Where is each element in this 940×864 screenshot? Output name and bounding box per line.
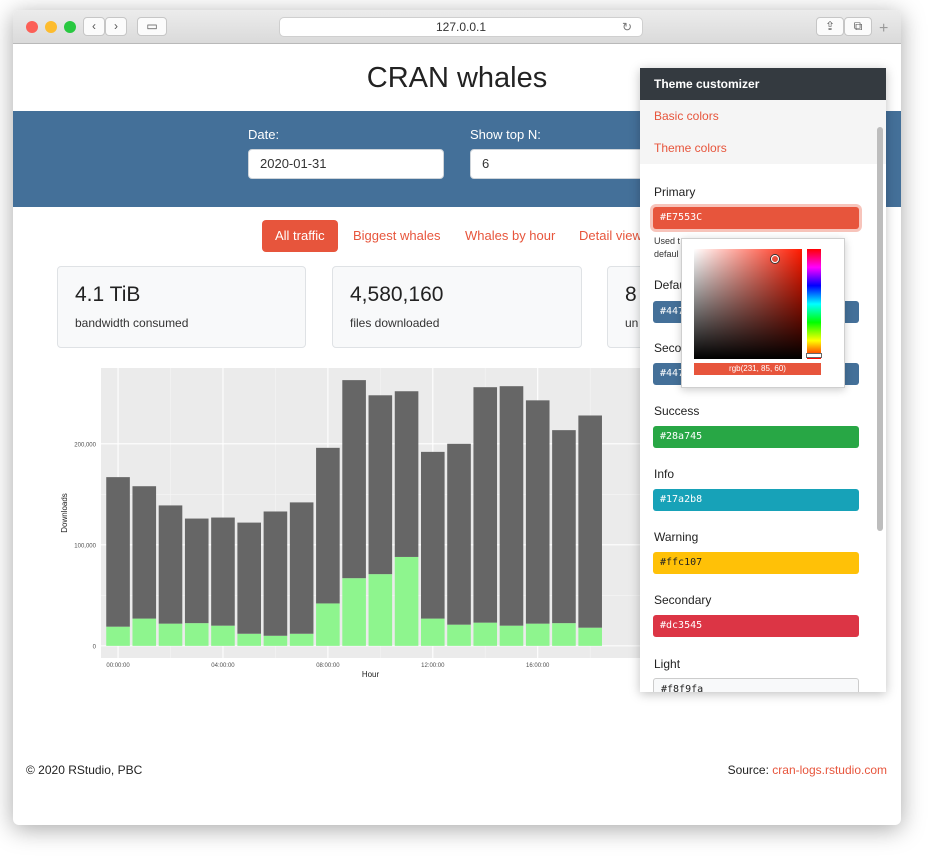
- bar-segment-lower: [184, 623, 209, 646]
- primary-help-text: Used t: [654, 236, 681, 246]
- primary-color-input[interactable]: #E7553C: [653, 207, 859, 229]
- y-tick-label: 0: [93, 644, 97, 650]
- back-icon[interactable]: ‹: [83, 17, 105, 36]
- bar-segment-upper: [447, 443, 471, 625]
- bar-segment-lower: [578, 627, 602, 646]
- bar-segment-upper: [525, 400, 550, 624]
- bar-segment-lower: [289, 633, 314, 646]
- basic-colors-section[interactable]: Basic colors: [640, 100, 886, 132]
- x-axis-label: Hour: [362, 670, 380, 679]
- primary-label: Primary: [654, 185, 696, 199]
- bar-segment-lower: [211, 625, 235, 646]
- bar-segment-upper: [263, 511, 288, 636]
- bar-segment-lower: [237, 633, 261, 646]
- bar-segment-upper: [420, 451, 445, 619]
- minimize-window-button[interactable]: [45, 21, 57, 33]
- close-window-button[interactable]: [26, 21, 38, 33]
- source-link[interactable]: cran-logs.rstudio.com: [772, 763, 887, 777]
- panel-scrollbar[interactable]: [877, 127, 883, 531]
- source-label: Source:: [727, 763, 769, 777]
- picker-handle[interactable]: [771, 255, 779, 263]
- bar-segment-lower: [263, 635, 288, 646]
- browser-window: ‹ › ▭ 127.0.0.1 ↻ ⇪ ⧉ + CRAN whales Date…: [13, 10, 901, 825]
- bar-segment-upper: [316, 447, 340, 604]
- light-color-input[interactable]: #f8f9fa: [653, 678, 859, 692]
- bar-segment-upper: [342, 380, 366, 579]
- bar-segment-lower: [342, 578, 366, 646]
- y-tick-label: 100,000: [74, 543, 96, 549]
- bar-segment-lower: [158, 623, 183, 646]
- sidebar-icon[interactable]: ▭: [137, 17, 167, 36]
- bar-segment-upper: [184, 518, 209, 624]
- bar-segment-lower: [316, 603, 340, 646]
- bar-segment-upper: [132, 486, 157, 619]
- x-tick-label: 12:00:00: [421, 663, 445, 669]
- bar-segment-lower: [525, 623, 550, 646]
- bar-segment-upper: [158, 505, 183, 624]
- bar-segment-lower: [420, 618, 445, 646]
- x-tick-label: 16:00:00: [526, 663, 550, 669]
- primary-help-text-2: defaul: [654, 249, 679, 259]
- danger-color-input[interactable]: #dc3545: [653, 615, 859, 637]
- light-label: Light: [654, 657, 681, 671]
- x-tick-label: 04:00:00: [211, 663, 235, 669]
- bar-segment-upper: [552, 430, 576, 624]
- bar-segment-upper: [237, 522, 261, 634]
- y-axis-label: Downloads: [60, 493, 69, 533]
- info-label: Info: [654, 467, 675, 481]
- bar-segment-lower: [499, 625, 524, 646]
- color-picker-popup: rgb(231, 85, 60): [681, 238, 845, 388]
- danger-label: Secondary: [654, 593, 712, 607]
- bar-segment-lower: [447, 624, 471, 646]
- bar-segment-upper: [499, 386, 524, 626]
- saturation-value-area[interactable]: [694, 249, 802, 359]
- title-bar: ‹ › ▭ 127.0.0.1 ↻ ⇪ ⧉ +: [13, 10, 901, 44]
- rgb-readout: rgb(231, 85, 60): [694, 363, 821, 375]
- share-icon[interactable]: ⇪: [816, 17, 844, 36]
- address-bar[interactable]: 127.0.0.1 ↻: [279, 17, 643, 37]
- url-text: 127.0.0.1: [435, 20, 487, 34]
- bar-segment-upper: [473, 387, 498, 623]
- forward-icon[interactable]: ›: [105, 17, 127, 36]
- bar-segment-upper: [394, 391, 419, 557]
- bar-segment-upper: [368, 395, 393, 575]
- theme-colors-section[interactable]: Theme colors: [640, 132, 886, 164]
- page-content: CRAN whales Date: 2020-01-31 Show top N:…: [13, 44, 901, 825]
- bar-segment-lower: [473, 622, 498, 646]
- footer-source: Source: cran-logs.rstudio.com: [728, 763, 887, 777]
- reload-icon[interactable]: ↻: [622, 18, 632, 36]
- new-tab-icon[interactable]: +: [879, 20, 888, 38]
- x-tick-label: 00:00:00: [106, 663, 130, 669]
- warning-color-input[interactable]: #ffc107: [653, 552, 859, 574]
- bar-segment-upper: [578, 415, 602, 628]
- bar-segment-lower: [552, 623, 576, 646]
- bar-segment-lower: [394, 556, 419, 646]
- bar-segment-upper: [211, 517, 235, 626]
- bar-segment-upper: [106, 477, 130, 627]
- bar-segment-lower: [368, 574, 393, 646]
- tabs-overview-icon[interactable]: ⧉: [844, 17, 872, 36]
- bar-segment-lower: [106, 626, 130, 646]
- x-tick-label: 08:00:00: [316, 663, 340, 669]
- theme-customizer-title: Theme customizer: [640, 68, 886, 100]
- bar-segment-upper: [289, 502, 314, 634]
- info-color-input[interactable]: #17a2b8: [653, 489, 859, 511]
- y-tick-label: 200,000: [74, 442, 96, 448]
- zoom-window-button[interactable]: [64, 21, 76, 33]
- hue-handle[interactable]: [806, 353, 822, 358]
- bar-segment-lower: [132, 618, 157, 646]
- success-label: Success: [654, 404, 700, 418]
- success-color-input[interactable]: #28a745: [653, 426, 859, 448]
- warning-label: Warning: [654, 530, 699, 544]
- hue-slider[interactable]: [806, 249, 822, 359]
- copyright: © 2020 RStudio, PBC: [26, 763, 143, 777]
